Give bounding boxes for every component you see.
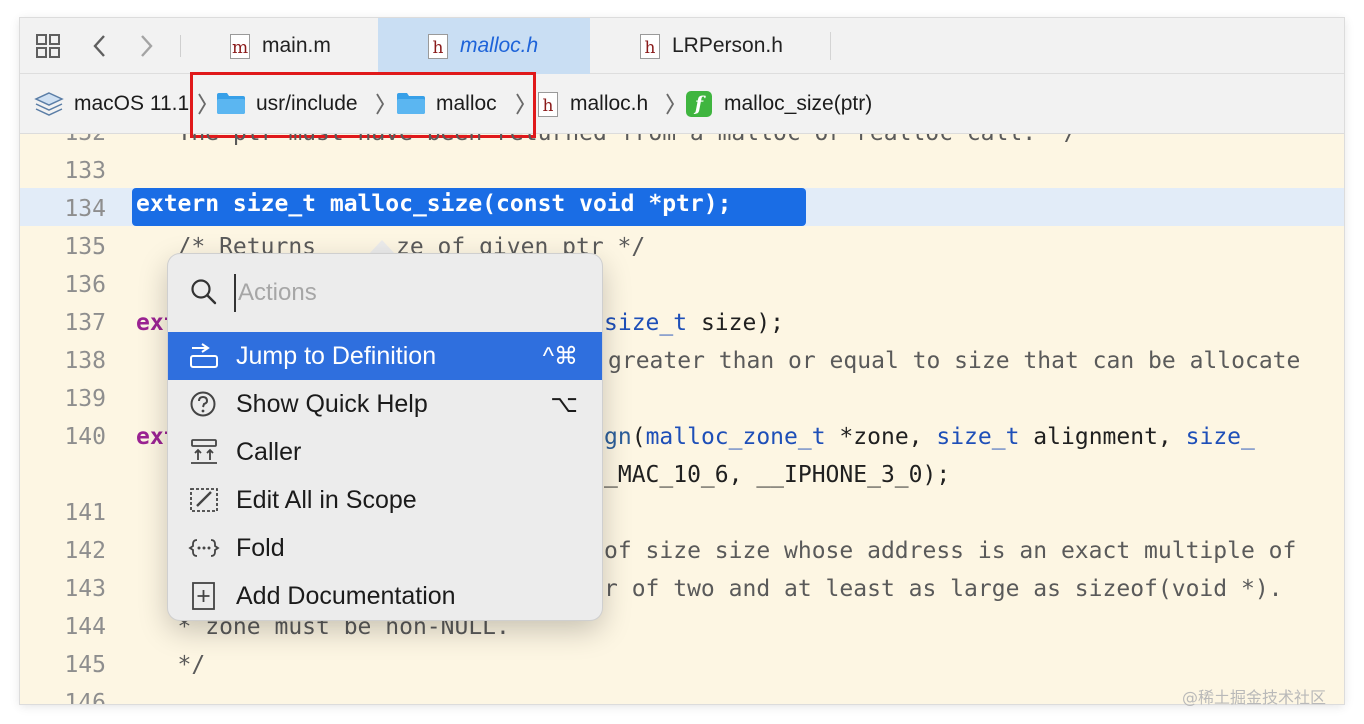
code-comment: greater than or equal to size that can b… bbox=[608, 348, 1301, 374]
menu-item-label: Add Documentation bbox=[236, 581, 456, 610]
tab-bar: m main.m h malloc.h h LRPerson.h bbox=[20, 18, 1344, 74]
popup-pointer bbox=[368, 240, 396, 255]
breadcrumb-symbol[interactable]: f malloc_size(ptr) bbox=[686, 74, 872, 134]
line-number: 143 bbox=[64, 576, 106, 602]
breadcrumb: macOS 11.1 usr/include malloc h malloc.h… bbox=[20, 74, 1344, 134]
back-chevron-icon[interactable] bbox=[84, 30, 116, 62]
menu-item-caller[interactable]: Caller bbox=[168, 428, 602, 476]
breadcrumb-symbol-label: malloc_size(ptr) bbox=[724, 92, 873, 115]
function-icon: f bbox=[686, 91, 712, 117]
line-number: 132 bbox=[20, 134, 106, 146]
caller-icon bbox=[191, 439, 217, 464]
line-number: 146 bbox=[64, 690, 106, 704]
line-number: 139 bbox=[64, 386, 106, 412]
breadcrumb-folder-label: usr/include bbox=[256, 92, 358, 115]
breadcrumb-folder-label: malloc bbox=[436, 92, 497, 115]
menu-item-label: Jump to Definition bbox=[236, 341, 437, 370]
fold-braces-icon bbox=[188, 539, 220, 557]
line-number: 138 bbox=[64, 348, 106, 374]
menu-item-label: Edit All in Scope bbox=[236, 485, 417, 514]
code-comment: of size size whose address is an exact m… bbox=[604, 538, 1297, 564]
edit-scope-icon bbox=[190, 488, 218, 512]
actions-search-row bbox=[168, 254, 602, 330]
code-text: alignment, bbox=[1019, 424, 1186, 450]
menu-item-label: Fold bbox=[236, 533, 285, 562]
line-number: 134 bbox=[64, 196, 106, 222]
menu-item-shortcut: ^⌘ bbox=[542, 342, 578, 370]
menu-item-edit-all-in-scope[interactable]: Edit All in Scope bbox=[168, 476, 602, 524]
add-documentation-icon bbox=[192, 582, 215, 610]
header-file-icon: h bbox=[640, 34, 660, 59]
tab-label: main.m bbox=[262, 34, 331, 57]
code-line-140: gn(malloc_zone_t *zone, size_t alignment… bbox=[604, 424, 1255, 450]
breadcrumb-chevron-icon bbox=[666, 93, 675, 115]
code-type: size_t bbox=[604, 310, 688, 336]
menu-item-label: Show Quick Help bbox=[236, 389, 428, 418]
sdk-stack-icon bbox=[34, 92, 64, 116]
line-number: 142 bbox=[64, 538, 106, 564]
breadcrumb-file-label: malloc.h bbox=[570, 92, 649, 115]
breadcrumb-file[interactable]: h malloc.h bbox=[538, 74, 648, 134]
code-type: size_t bbox=[936, 424, 1020, 450]
line-number: 135 bbox=[64, 234, 106, 260]
code-type: size_ bbox=[1185, 424, 1255, 450]
line-number: 140 bbox=[64, 424, 106, 450]
objc-file-icon: m bbox=[230, 34, 250, 59]
header-file-icon: h bbox=[538, 92, 558, 117]
code-comment: */ bbox=[136, 652, 206, 678]
breadcrumb-chevron-icon bbox=[516, 93, 525, 115]
search-icon bbox=[191, 279, 217, 305]
forward-chevron-icon[interactable] bbox=[130, 30, 162, 62]
question-circle-icon bbox=[190, 391, 216, 417]
code-comment: The ptr must have been returned from a m… bbox=[136, 134, 1078, 146]
breadcrumb-folder-usr-include[interactable]: usr/include bbox=[216, 74, 358, 134]
menu-item-jump-to-definition[interactable]: Jump to Definition ^⌘ bbox=[168, 332, 602, 380]
tab-divider bbox=[830, 32, 831, 60]
breadcrumb-folder-malloc[interactable]: malloc bbox=[396, 74, 497, 134]
folder-icon bbox=[217, 93, 245, 114]
code-comment: r of two and at least as large as sizeof… bbox=[604, 576, 1283, 602]
line-number: 137 bbox=[64, 310, 106, 336]
jump-to-definition-icon bbox=[190, 343, 218, 368]
menu-item-add-documentation[interactable]: Add Documentation bbox=[168, 572, 602, 620]
code-line-137: size_t size); bbox=[604, 310, 784, 336]
line-number: 141 bbox=[64, 500, 106, 526]
line-number: 145 bbox=[64, 652, 106, 678]
code-text: size); bbox=[687, 310, 785, 336]
tab-malloc-h[interactable]: h malloc.h bbox=[378, 18, 590, 74]
line-number: 144 bbox=[64, 614, 106, 640]
line-number: 133 bbox=[64, 158, 106, 184]
tab-label: malloc.h bbox=[460, 34, 539, 57]
menu-item-label: Caller bbox=[236, 437, 302, 466]
menu-item-shortcut: ⌥ bbox=[550, 390, 578, 418]
actions-search-input[interactable] bbox=[234, 274, 574, 312]
breadcrumb-sdk-label: macOS 11.1 bbox=[74, 92, 190, 115]
code-text: ( bbox=[631, 424, 646, 450]
breadcrumb-sdk[interactable]: macOS 11.1 bbox=[34, 74, 189, 134]
code-type: malloc_zone_t bbox=[645, 424, 826, 450]
menu-item-fold[interactable]: Fold bbox=[168, 524, 602, 572]
code-function: gn bbox=[604, 424, 632, 450]
tab-main-m[interactable]: m main.m bbox=[178, 18, 378, 74]
actions-popup: Jump to Definition ^⌘ Show Quick Help ⌥ … bbox=[168, 254, 602, 620]
breadcrumb-chevron-icon bbox=[376, 93, 385, 115]
xcode-window: m main.m h malloc.h h LRPerson.h macOS 1… bbox=[20, 18, 1344, 704]
code-text: *zone, bbox=[825, 424, 937, 450]
selected-code: extern size_t malloc_size(const void *pt… bbox=[136, 191, 732, 217]
tab-label: LRPerson.h bbox=[672, 34, 783, 57]
folder-icon bbox=[397, 93, 425, 114]
header-file-icon: h bbox=[428, 34, 448, 59]
grid-icon[interactable] bbox=[32, 30, 64, 62]
tab-lrperson-h[interactable]: h LRPerson.h bbox=[590, 18, 830, 74]
code-line-140-cont: _MAC_10_6, __IPHONE_3_0); bbox=[604, 462, 951, 488]
watermark: @稀土掘金技术社区 bbox=[1182, 688, 1327, 707]
line-number: 136 bbox=[64, 272, 106, 298]
menu-item-show-quick-help[interactable]: Show Quick Help ⌥ bbox=[168, 380, 602, 428]
breadcrumb-chevron-icon bbox=[198, 93, 207, 115]
